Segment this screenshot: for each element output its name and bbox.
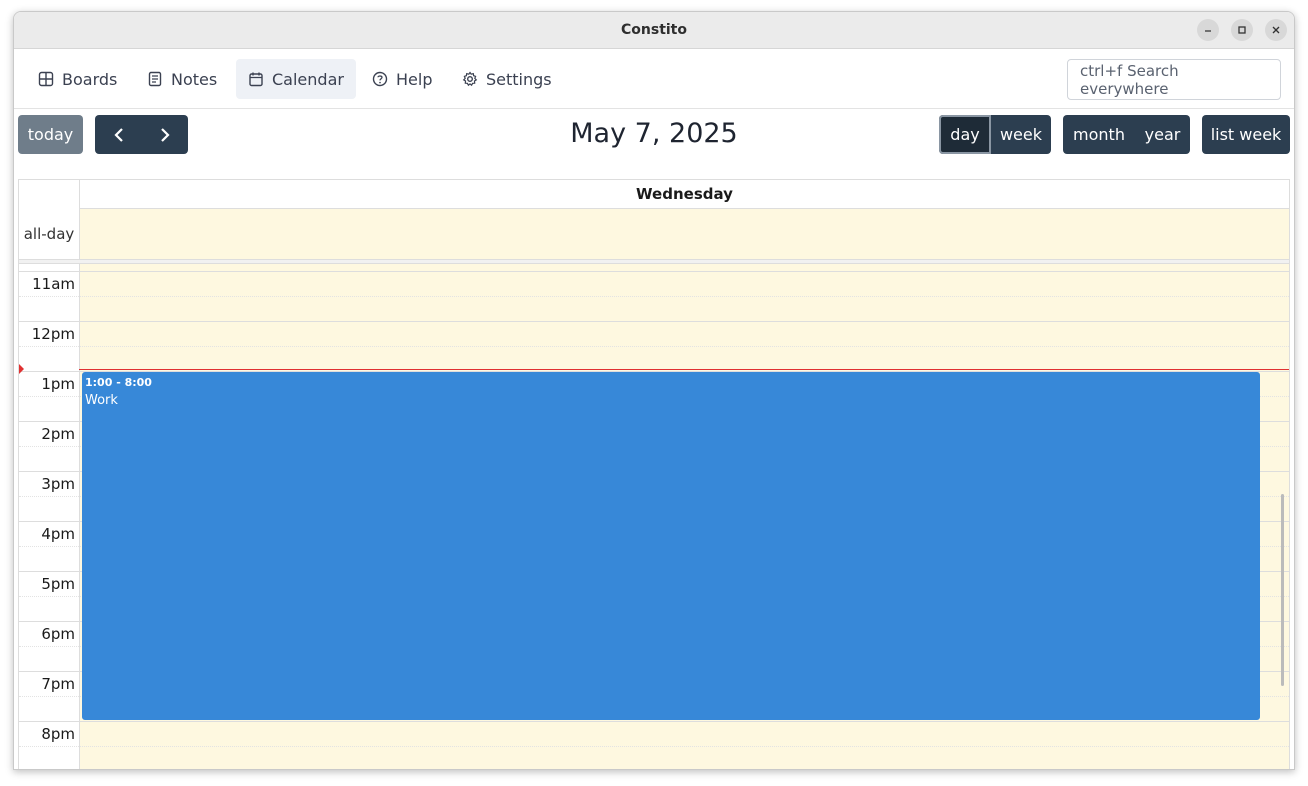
view-month-button[interactable]: month <box>1063 115 1135 154</box>
nav-label-calendar: Calendar <box>272 69 344 89</box>
slot-half-line <box>19 746 1289 747</box>
time-label-12pm: 12pm <box>31 325 75 343</box>
time-label-3pm: 3pm <box>41 475 75 493</box>
nav-label-boards: Boards <box>62 69 118 89</box>
view-year-button[interactable]: year <box>1135 115 1190 154</box>
maximize-button[interactable] <box>1231 19 1253 41</box>
all-day-row: all-day <box>19 209 1289 260</box>
day-column-header: Wednesday <box>79 180 1289 209</box>
event-time: 1:00 - 8:00 <box>85 376 152 389</box>
time-label-8pm: 8pm <box>41 725 75 743</box>
now-indicator-line <box>79 369 1289 370</box>
nav-item-notes[interactable]: Notes <box>135 59 229 99</box>
window-controls <box>1197 19 1287 41</box>
nav-item-settings[interactable]: Settings <box>450 59 564 99</box>
chevron-left-icon <box>113 127 123 142</box>
event-title: Work <box>85 393 118 408</box>
calendar-icon <box>249 72 263 87</box>
close-button[interactable] <box>1265 19 1287 41</box>
search-input[interactable]: ctrl+f Search everywhere <box>1067 59 1281 100</box>
slot-line <box>19 271 1289 272</box>
time-label-5pm: 5pm <box>41 575 75 593</box>
top-nav: Boards Notes Calendar Help Settings ctrl… <box>14 49 1294 109</box>
nav-item-help[interactable]: Help <box>360 59 444 99</box>
now-indicator-arrow <box>19 364 24 374</box>
time-label-11am: 11am <box>32 275 75 293</box>
maximize-icon <box>1238 26 1246 34</box>
minimize-icon <box>1205 30 1211 32</box>
close-icon <box>1272 26 1280 34</box>
prev-button[interactable] <box>95 115 142 154</box>
gear-icon <box>462 71 478 87</box>
today-button[interactable]: today <box>18 115 83 154</box>
nav-item-boards[interactable]: Boards <box>26 59 129 99</box>
view-day-button[interactable]: day <box>939 115 991 154</box>
app-window: Constito Boards Notes Calendar Help Sett… <box>13 11 1295 770</box>
nav-label-settings: Settings <box>486 69 552 89</box>
day-grid: Wednesday all-day 11am 12pm 1pm 2pm 3pm … <box>18 179 1290 769</box>
help-circle-icon <box>372 71 388 87</box>
note-icon <box>148 71 162 87</box>
title-bar: Constito <box>14 12 1294 49</box>
time-label-7pm: 7pm <box>41 675 75 693</box>
vertical-scrollbar[interactable] <box>1281 494 1284 686</box>
nav-label-notes: Notes <box>171 69 218 89</box>
all-day-label: all-day <box>23 225 75 243</box>
slot-line <box>19 721 1289 722</box>
nav-label-help: Help <box>396 69 433 89</box>
nav-item-calendar[interactable]: Calendar <box>236 59 356 99</box>
view-week-button[interactable]: week <box>991 115 1051 154</box>
time-label-6pm: 6pm <box>41 625 75 643</box>
next-button[interactable] <box>142 115 188 154</box>
event-work[interactable]: 1:00 - 8:00 Work <box>82 372 1260 720</box>
window-title: Constito <box>621 22 687 38</box>
time-label-4pm: 4pm <box>41 525 75 543</box>
time-label-1pm: 1pm <box>41 375 75 393</box>
grid-icon <box>38 71 54 87</box>
calendar-toolbar: May 7, 2025 today day week month year li… <box>14 109 1294 179</box>
time-label-2pm: 2pm <box>41 425 75 443</box>
chevron-right-icon <box>161 127 170 142</box>
minimize-button[interactable] <box>1197 19 1219 41</box>
slot-half-line <box>19 346 1289 347</box>
all-day-cell[interactable] <box>79 209 1289 259</box>
view-list-week-button[interactable]: list week <box>1202 115 1290 154</box>
slot-line <box>19 321 1289 322</box>
slot-half-line <box>19 296 1289 297</box>
